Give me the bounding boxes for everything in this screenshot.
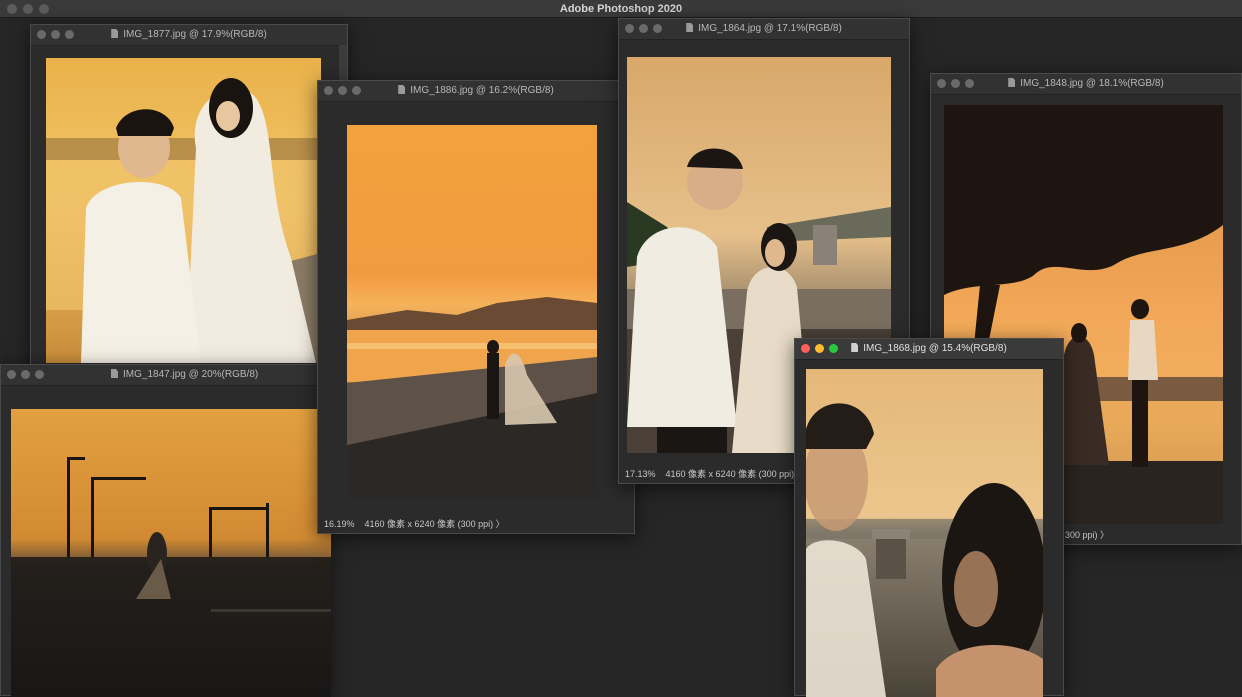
document-icon <box>1008 78 1016 87</box>
window-title-bar[interactable]: IMG_1848.jpg @ 18.1%(RGB/8) <box>931 74 1241 95</box>
document-window-img1877[interactable]: IMG_1877.jpg @ 17.9%(RGB/8) <box>30 24 348 384</box>
image-canvas[interactable] <box>806 369 1043 697</box>
status-menu-chevron-icon[interactable]: 〉 <box>496 519 505 529</box>
photo-street-sunset <box>11 409 331 697</box>
document-icon <box>851 343 859 352</box>
window-title-bar[interactable]: IMG_1864.jpg @ 17.1%(RGB/8) <box>619 19 909 40</box>
window-title-bar[interactable]: IMG_1847.jpg @ 20%(RGB/8) <box>1 365 329 386</box>
document-icon <box>111 29 119 38</box>
window-title: IMG_1868.jpg @ 15.4%(RGB/8) <box>863 343 1007 354</box>
window-title: IMG_1877.jpg @ 17.9%(RGB/8) <box>123 29 267 40</box>
status-bar: 300 ppi) 〉 <box>1065 528 1109 541</box>
window-title-bar[interactable]: IMG_1886.jpg @ 16.2%(RGB/8) <box>318 81 634 102</box>
image-canvas[interactable] <box>11 409 331 697</box>
document-icon <box>398 85 406 94</box>
document-size-partial: 300 ppi) <box>1065 530 1098 540</box>
photo-blurred-couple-tower <box>806 369 1043 697</box>
app-title: Adobe Photoshop 2020 <box>559 3 683 15</box>
zoom-level[interactable]: 16.19% <box>324 519 355 529</box>
document-icon <box>111 369 118 378</box>
status-bar: 17.13%4160 像素 x 6240 像素 (300 ppi) 〉 <box>625 467 806 480</box>
window-title: IMG_1864.jpg @ 17.1%(RGB/8) <box>698 23 842 34</box>
photo-couple-sunset-lake <box>46 58 321 363</box>
window-title: IMG_1886.jpg @ 16.2%(RGB/8) <box>410 85 554 96</box>
document-window-img1886[interactable]: IMG_1886.jpg @ 16.2%(RGB/8) 16.19% 4160 像… <box>317 80 635 534</box>
window-title-bar[interactable]: IMG_1868.jpg @ 15.4%(RGB/8) <box>795 339 1063 360</box>
image-canvas[interactable] <box>347 125 597 499</box>
status-bar: 16.19% 4160 像素 x 6240 像素 (300 ppi) 〉 <box>324 517 505 530</box>
document-size: 4160 像素 x 6240 像素 (300 ppi) <box>665 469 795 479</box>
status-menu-chevron-icon[interactable]: 〉 <box>1100 530 1109 540</box>
app-title-bar: Adobe Photoshop 2020 <box>0 0 1242 18</box>
document-window-img1847[interactable]: IMG_1847.jpg @ 20%(RGB/8) <box>0 364 331 697</box>
zoom-level[interactable]: 17.13% <box>625 469 656 479</box>
image-canvas[interactable] <box>46 58 321 363</box>
document-window-img1868[interactable]: IMG_1868.jpg @ 15.4%(RGB/8) <box>794 338 1064 697</box>
document-icon <box>686 23 694 32</box>
document-size: 4160 像素 x 6240 像素 (300 ppi) <box>364 519 494 529</box>
window-title-bar[interactable]: IMG_1877.jpg @ 17.9%(RGB/8) <box>31 25 347 46</box>
window-title: IMG_1847.jpg @ 20%(RGB/8) <box>123 369 259 380</box>
photo-riverside-walk-sunset <box>347 125 597 499</box>
window-title: IMG_1848.jpg @ 18.1%(RGB/8) <box>1020 78 1164 89</box>
